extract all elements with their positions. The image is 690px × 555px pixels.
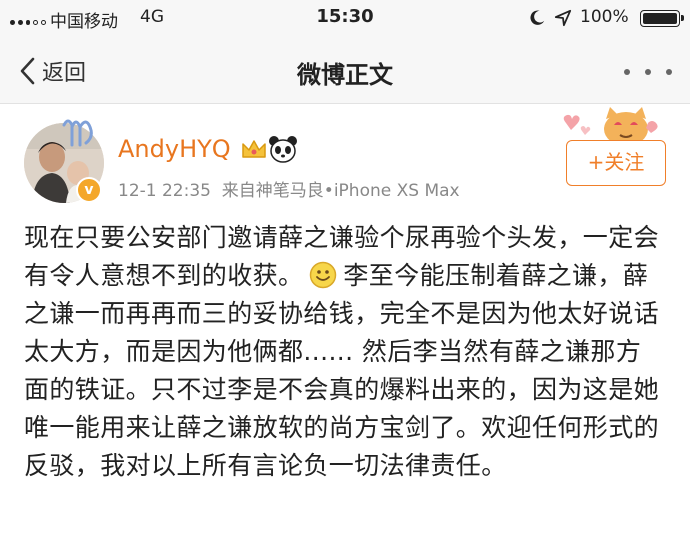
username[interactable]: AndyHYQ xyxy=(118,135,231,163)
post-meta: 12-1 22:35 来自神笔马良•iPhone XS Max xyxy=(118,176,460,201)
post-source[interactable]: 来自神笔马良•iPhone XS Max xyxy=(222,181,460,201)
moon-icon xyxy=(530,10,545,25)
weibo-post: v AndyHYQ 12-1 22:35 来自神笔马良•iPhone XS Ma… xyxy=(0,105,690,555)
nav-bar: 返回 微博正文 xyxy=(0,36,690,104)
more-icon[interactable] xyxy=(624,58,672,86)
crown-icon xyxy=(242,140,266,158)
post-text-part-2: 李至今能压制着薛之谦，薛之谦一而再再而三的妥协给钱，完全不是因为他太好说话太大方… xyxy=(24,261,660,480)
verified-badge-icon: v xyxy=(76,177,102,203)
post-content: 现在只要公安部门邀请薛之谦验个尿再验个头发，一定会有令人意想不到的收获。 李至今… xyxy=(24,219,664,485)
battery-icon xyxy=(640,10,684,27)
smile-emoji-icon xyxy=(310,261,337,289)
zodiac-icon xyxy=(62,119,93,147)
post-time: 12-1 22:35 xyxy=(118,181,211,201)
follow-button[interactable]: +关注 xyxy=(566,140,666,186)
panda-icon xyxy=(269,136,297,163)
page-title: 微博正文 xyxy=(297,61,393,89)
battery-percent: 100% xyxy=(580,7,629,27)
status-bar: 中国移动 4G 15:30 100% xyxy=(0,0,690,36)
location-icon xyxy=(554,9,572,27)
